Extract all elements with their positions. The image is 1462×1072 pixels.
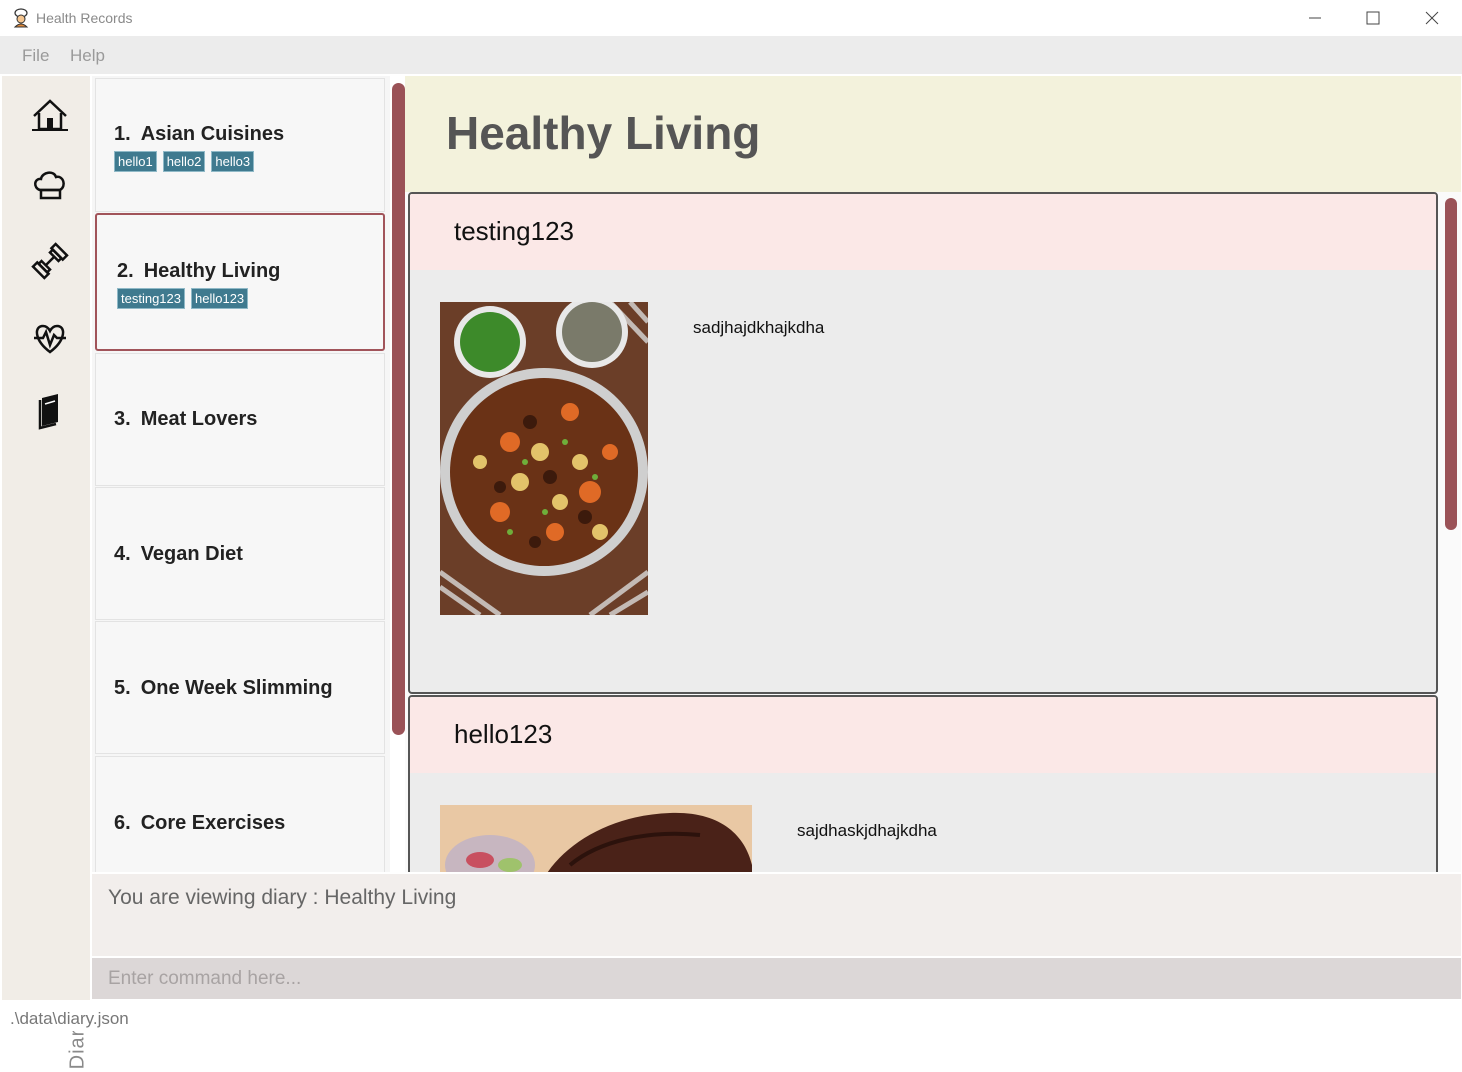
beef-stew-photo — [440, 302, 648, 615]
diary-card-title: 1. Asian Cuisines — [114, 123, 285, 145]
window-title: Health Records — [36, 10, 133, 26]
close-icon — [1425, 11, 1439, 25]
command-input[interactable] — [92, 958, 1461, 999]
diary-card-title: 4. Vegan Diet — [114, 543, 243, 565]
entry-title: hello123 — [454, 719, 553, 749]
menu-bar: File Help — [0, 36, 1462, 74]
sidebar: Diary — [2, 76, 90, 1069]
book-icon[interactable] — [30, 392, 70, 432]
diary-card-title: 3. Meat Lovers — [114, 408, 258, 430]
entry-header: hello123 — [410, 697, 1436, 773]
entry-title: testing123 — [454, 216, 574, 246]
tag: hello1 — [114, 151, 157, 172]
tag-list: hello1 hello2 hello3 — [114, 151, 260, 172]
entry-header: testing123 — [410, 194, 1436, 270]
menu-help[interactable]: Help — [70, 46, 105, 66]
diary-card-title: 5. One Week Slimming — [114, 677, 333, 699]
result-text: You are viewing diary : Healthy Living — [108, 886, 457, 909]
status-bar: .\data\diary.json — [0, 1001, 1462, 1031]
detail-scrollbar[interactable] — [1445, 198, 1457, 530]
heartbeat-icon[interactable] — [30, 318, 70, 358]
minimize-icon — [1309, 17, 1321, 19]
diary-card-asian-cuisines[interactable]: 1. Asian Cuisines hello1 hello2 hello3 — [95, 78, 385, 212]
steak-photo — [440, 805, 752, 872]
minimize-button[interactable] — [1288, 0, 1344, 36]
diary-card-title: 6. Core Exercises — [114, 812, 286, 834]
command-box — [92, 958, 1461, 999]
diary-list: 1. Asian Cuisines hello1 hello2 hello3 2. He… — [92, 76, 390, 872]
entry-text: sajdhaskjdhajkdha — [797, 821, 937, 840]
chef-hat-icon[interactable] — [30, 166, 70, 206]
tag: testing123 — [117, 288, 185, 309]
entry-card: hello123 sajdhaskjdhajkdha — [408, 695, 1438, 872]
diary-card-title: 2. Healthy Living — [117, 260, 281, 282]
diary-card-meat-lovers[interactable]: 3. Meat Lovers — [95, 353, 385, 486]
result-display: You are viewing diary : Healthy Living — [92, 874, 1461, 956]
diary-detail: Healthy Living testing123 sadjhajdkhajkd… — [405, 76, 1461, 872]
maximize-icon — [1366, 11, 1380, 25]
diary-title: Healthy Living — [446, 107, 761, 159]
diary-card-healthy-living[interactable]: 2. Healthy Living testing123 hello123 — [95, 213, 385, 351]
tag: hello2 — [162, 151, 206, 172]
maximize-button[interactable] — [1345, 0, 1401, 36]
diary-card-core-exercises[interactable]: 6. Core Exercises — [95, 756, 385, 872]
tag: hello123 — [191, 288, 249, 309]
diary-card-vegan-diet[interactable]: 4. Vegan Diet — [95, 487, 385, 620]
dumbbell-icon[interactable] — [30, 241, 70, 281]
app-chef-icon — [13, 8, 29, 28]
file-path: .\data\diary.json — [10, 1009, 129, 1028]
diary-card-one-week-slimming[interactable]: 5. One Week Slimming — [95, 621, 385, 754]
entry-text: sadjhajdkhajkdha — [693, 318, 825, 337]
close-button[interactable] — [1404, 0, 1460, 36]
title-bar: Health Records — [0, 0, 1462, 36]
menu-file[interactable]: File — [22, 46, 49, 66]
tag: hello3 — [211, 151, 255, 172]
diary-list-scrollbar[interactable] — [392, 83, 405, 735]
tag-list: testing123 hello123 — [117, 288, 254, 309]
entry-card: testing123 sadjhajdkhajkdha — [408, 192, 1438, 694]
diary-header: Healthy Living — [405, 76, 1461, 192]
home-icon[interactable] — [30, 96, 70, 136]
